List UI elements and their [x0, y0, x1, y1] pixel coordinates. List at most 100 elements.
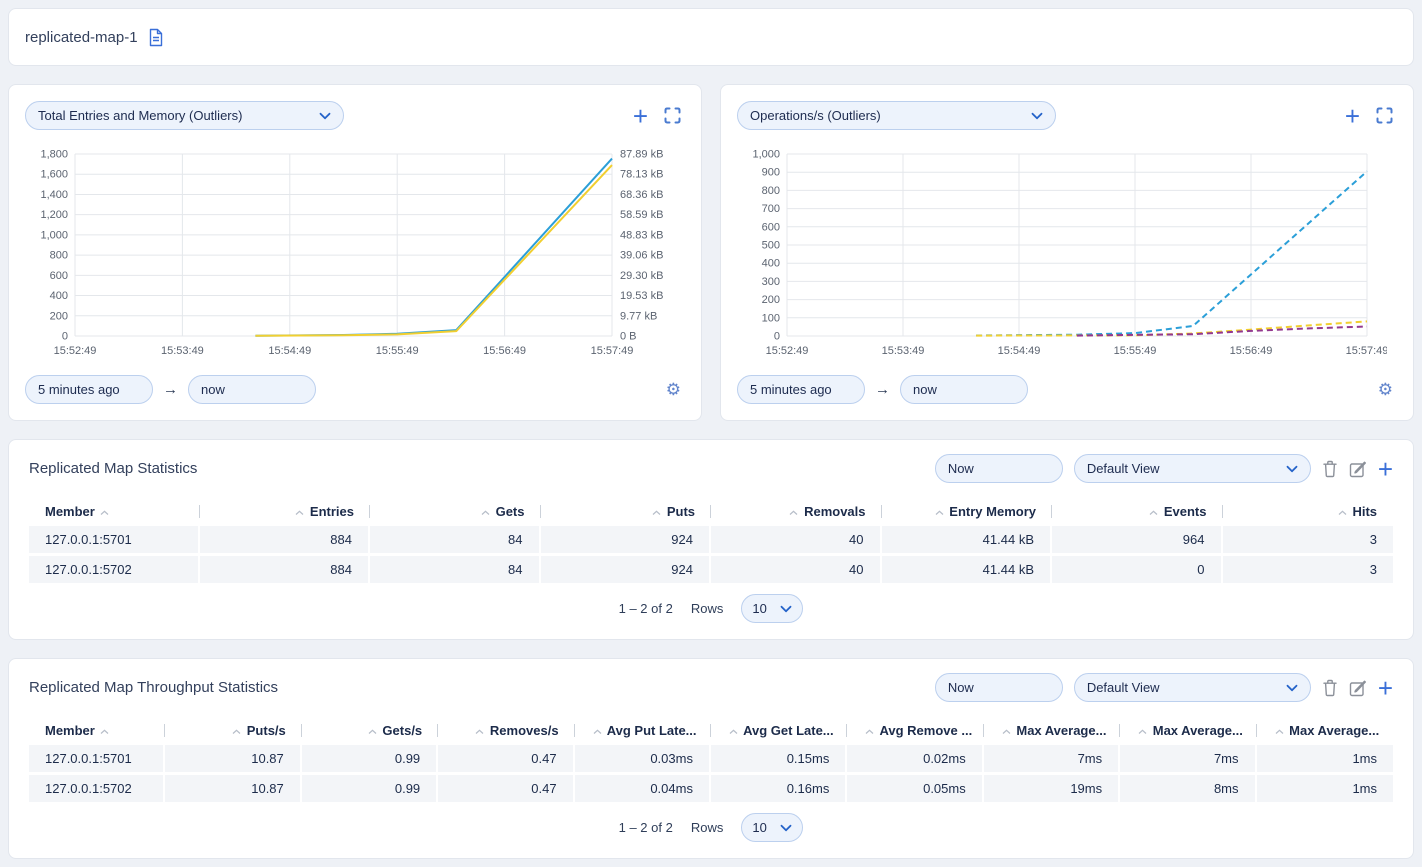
add-chart-button[interactable]: + — [1345, 106, 1360, 126]
svg-text:68.36 kB: 68.36 kB — [620, 189, 663, 201]
column-header[interactable]: Gets/s — [302, 719, 438, 742]
add-view-button[interactable]: + — [1378, 459, 1393, 479]
metric-select[interactable]: Total Entries and Memory (Outliers) — [25, 101, 344, 130]
page: replicated-map-1 Total Entries and Memor… — [0, 0, 1422, 867]
column-header[interactable]: Avg Get Late... — [711, 719, 847, 742]
gear-icon[interactable]: ⚙ — [666, 380, 685, 400]
column-header[interactable]: Removals — [711, 500, 882, 523]
svg-text:0: 0 — [62, 331, 68, 343]
column-header[interactable]: Puts/s — [165, 719, 301, 742]
time-to-input[interactable]: now — [188, 375, 316, 404]
svg-text:100: 100 — [762, 312, 780, 324]
svg-text:15:52:49: 15:52:49 — [766, 345, 809, 357]
document-icon[interactable] — [148, 28, 164, 47]
svg-text:0 B: 0 B — [620, 331, 637, 343]
rows-label: Rows — [691, 820, 724, 835]
delete-view-button[interactable] — [1322, 679, 1338, 697]
gear-icon[interactable]: ⚙ — [1378, 380, 1397, 400]
svg-text:200: 200 — [50, 310, 68, 322]
column-header[interactable]: Removes/s — [438, 719, 574, 742]
section-title: Replicated Map Statistics — [29, 460, 197, 477]
rows-per-page-select[interactable]: 10 — [741, 594, 803, 623]
column-header[interactable]: Puts — [541, 500, 712, 523]
svg-text:15:53:49: 15:53:49 — [161, 345, 204, 357]
delete-view-button[interactable] — [1322, 460, 1338, 478]
expand-icon[interactable] — [664, 107, 681, 124]
svg-text:200: 200 — [762, 294, 780, 306]
svg-text:15:56:49: 15:56:49 — [1230, 345, 1273, 357]
svg-text:1,800: 1,800 — [40, 149, 68, 161]
table-row[interactable]: 127.0.0.1:570110.870.990.470.03ms0.15ms0… — [29, 745, 1393, 772]
time-to-input[interactable]: now — [900, 375, 1028, 404]
column-header[interactable]: Events — [1052, 500, 1223, 523]
column-header[interactable]: Entry Memory — [882, 500, 1053, 523]
rows-per-page-select[interactable]: 10 — [741, 813, 803, 842]
table-row[interactable]: 127.0.0.1:5701884849244041.44 kB9643 — [29, 526, 1393, 553]
svg-text:1,200: 1,200 — [40, 209, 68, 221]
column-header[interactable]: Hits — [1223, 500, 1394, 523]
svg-text:58.59 kB: 58.59 kB — [620, 209, 663, 221]
svg-text:1,600: 1,600 — [40, 169, 68, 181]
svg-text:87.89 kB: 87.89 kB — [620, 149, 663, 161]
chart-card-entries-memory: Total Entries and Memory (Outliers) + 0 0… — [8, 84, 702, 421]
svg-text:800: 800 — [50, 250, 68, 262]
table-row[interactable]: 127.0.0.1:570210.870.990.470.04ms0.16ms0… — [29, 775, 1393, 802]
svg-text:1,000: 1,000 — [40, 229, 68, 241]
section-title: Replicated Map Throughput Statistics — [29, 679, 278, 696]
svg-text:29.30 kB: 29.30 kB — [620, 270, 663, 282]
svg-text:48.83 kB: 48.83 kB — [620, 229, 663, 241]
pagination-range: 1 – 2 of 2 — [619, 601, 673, 616]
column-header[interactable]: Gets — [370, 500, 541, 523]
svg-text:600: 600 — [50, 270, 68, 282]
svg-text:15:53:49: 15:53:49 — [882, 345, 925, 357]
svg-text:15:55:49: 15:55:49 — [376, 345, 419, 357]
chevron-down-icon — [1286, 684, 1298, 692]
replicated-map-statistics-card: Replicated Map Statistics Now Default Vi… — [8, 439, 1414, 640]
time-from-input[interactable]: 5 minutes ago — [737, 375, 865, 404]
column-header[interactable]: Avg Remove ... — [847, 719, 983, 742]
column-header[interactable]: Member — [29, 500, 200, 523]
chevron-down-icon — [1031, 112, 1043, 120]
metric-select[interactable]: Operations/s (Outliers) — [737, 101, 1056, 130]
expand-icon[interactable] — [1376, 107, 1393, 124]
view-select[interactable]: Default View — [1074, 454, 1311, 483]
time-input[interactable]: Now — [935, 454, 1063, 483]
column-header[interactable]: Max Average... — [1257, 719, 1393, 742]
view-select[interactable]: Default View — [1074, 673, 1311, 702]
add-view-button[interactable]: + — [1378, 678, 1393, 698]
svg-text:78.13 kB: 78.13 kB — [620, 169, 663, 181]
table-row[interactable]: 127.0.0.1:5702884849244041.44 kB03 — [29, 556, 1393, 583]
trash-icon — [1322, 460, 1338, 478]
svg-text:400: 400 — [50, 290, 68, 302]
entries-memory-chart: 00 B2009.77 kB40019.53 kB60029.30 kB8003… — [25, 144, 685, 365]
svg-text:900: 900 — [762, 167, 780, 179]
arrow-right-icon: → — [163, 381, 178, 398]
edit-view-button[interactable] — [1349, 460, 1367, 478]
column-header[interactable]: Avg Put Late... — [575, 719, 711, 742]
throughput-table: Member Puts/s Gets/s Removes/s Avg Put L… — [29, 716, 1393, 805]
svg-text:15:57:49: 15:57:49 — [591, 345, 634, 357]
time-input[interactable]: Now — [935, 673, 1063, 702]
rows-label: Rows — [691, 601, 724, 616]
trash-icon — [1322, 679, 1338, 697]
chevron-down-icon — [780, 605, 792, 613]
svg-text:15:54:49: 15:54:49 — [268, 345, 311, 357]
edit-icon — [1349, 460, 1367, 478]
replicated-map-throughput-card: Replicated Map Throughput Statistics Now… — [8, 658, 1414, 859]
svg-text:1,400: 1,400 — [40, 189, 68, 201]
operations-chart: 01002003004005006007008009001,00015:52:4… — [737, 144, 1397, 365]
svg-text:39.06 kB: 39.06 kB — [620, 250, 663, 262]
edit-view-button[interactable] — [1349, 679, 1367, 697]
edit-icon — [1349, 679, 1367, 697]
column-header[interactable]: Member — [29, 719, 165, 742]
column-header[interactable]: Max Average... — [1120, 719, 1256, 742]
column-header[interactable]: Entries — [200, 500, 371, 523]
svg-text:15:54:49: 15:54:49 — [998, 345, 1041, 357]
time-from-input[interactable]: 5 minutes ago — [25, 375, 153, 404]
column-header[interactable]: Max Average... — [984, 719, 1120, 742]
add-chart-button[interactable]: + — [633, 106, 648, 126]
svg-text:400: 400 — [762, 258, 780, 270]
svg-text:800: 800 — [762, 185, 780, 197]
svg-text:0: 0 — [774, 331, 780, 343]
svg-text:500: 500 — [762, 240, 780, 252]
